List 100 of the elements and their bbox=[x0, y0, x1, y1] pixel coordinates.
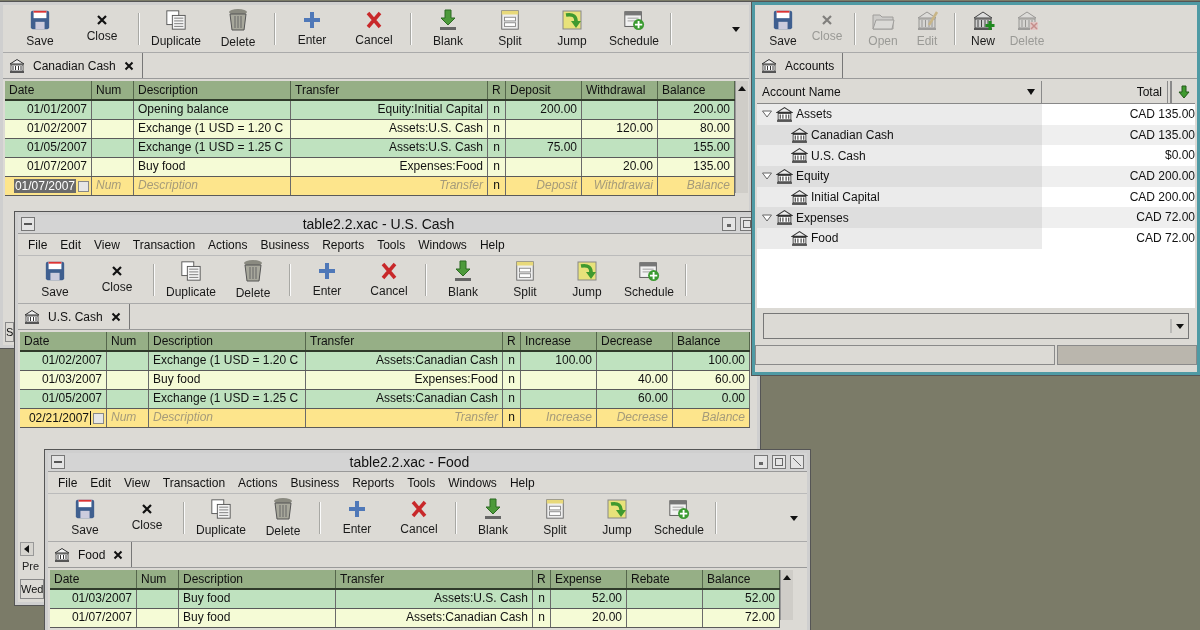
toolbar-button[interactable]: Delete bbox=[222, 257, 284, 302]
menu-item[interactable]: View bbox=[94, 237, 120, 252]
column-header[interactable]: Expense bbox=[551, 570, 627, 588]
menu-item[interactable]: Transaction bbox=[132, 237, 196, 252]
toolbar-button[interactable]: Schedule bbox=[618, 257, 680, 302]
date-picker-icon[interactable] bbox=[78, 180, 89, 192]
menu-item[interactable]: Transaction bbox=[162, 475, 226, 490]
toolbar-button[interactable]: Blank bbox=[417, 6, 479, 51]
toolbar-button[interactable]: Schedule bbox=[648, 495, 710, 540]
toolbar-button[interactable]: Enter bbox=[326, 495, 388, 540]
toolbar-button[interactable]: Cancel bbox=[388, 495, 450, 540]
tree-row[interactable]: Assets bbox=[757, 104, 1042, 125]
tree-row[interactable]: Canadian Cash bbox=[757, 124, 1042, 146]
date-field[interactable]: 01/07/2007 bbox=[13, 179, 76, 193]
menu-item[interactable]: Windows bbox=[418, 237, 467, 252]
table-row[interactable]: 01/03/2007 Buy food Expenses:Food n 40.00 60.00 bbox=[20, 371, 750, 390]
toolbar-button[interactable]: Jump bbox=[556, 257, 618, 302]
column-header[interactable]: Deposit bbox=[506, 81, 582, 99]
up-arrow-icon[interactable] bbox=[737, 84, 747, 94]
menu-item[interactable]: File bbox=[28, 237, 48, 252]
close-icon[interactable] bbox=[113, 549, 124, 560]
column-header[interactable]: Date bbox=[5, 81, 92, 99]
toolbar-button[interactable]: Enter bbox=[281, 6, 343, 51]
table-row[interactable]: 01/07/2007 Buy food Assets:Canadian Cash n 20.00 72.00 bbox=[50, 609, 780, 628]
entry-row[interactable]: 01/07/2007 Num Description Transfer n Deposit Withdrawai Balance bbox=[5, 177, 735, 196]
toolbar-button[interactable]: Split bbox=[479, 6, 541, 51]
toolbar-button[interactable]: Save bbox=[761, 6, 805, 51]
toolbar-button[interactable]: Save bbox=[24, 257, 86, 302]
up-arrow-icon[interactable] bbox=[782, 573, 792, 583]
window-menu-icon[interactable] bbox=[21, 217, 35, 231]
column-header[interactable]: Description bbox=[179, 570, 336, 588]
column-header[interactable]: R bbox=[533, 570, 551, 588]
minimize-icon[interactable] bbox=[722, 217, 736, 231]
toolbar-button[interactable]: New bbox=[961, 6, 1005, 51]
toolbar-button[interactable]: Duplicate bbox=[160, 257, 222, 302]
toolbar-button[interactable]: Jump bbox=[586, 495, 648, 540]
table-row[interactable]: 01/01/2007 Opening balance Equity:Initial Capital n 200.00 200.00 bbox=[5, 101, 735, 120]
menu-item[interactable]: File bbox=[58, 475, 78, 490]
column-header[interactable]: Withdrawal bbox=[582, 81, 658, 99]
tree-row[interactable]: Equity bbox=[757, 166, 1042, 187]
column-header[interactable]: Num bbox=[92, 81, 134, 99]
table-row[interactable]: 01/05/2007 Exchange (1 USD = 1.25 C Assets:Canadian Cash n 60.00 0.00 bbox=[20, 390, 750, 409]
toolbar-button[interactable]: Delete bbox=[252, 495, 314, 540]
toolbar-button[interactable]: Cancel bbox=[343, 6, 405, 51]
table-row[interactable]: 01/07/2007 Buy food Expenses:Food n 20.00 135.00 bbox=[5, 158, 735, 177]
maximize-icon[interactable] bbox=[772, 455, 786, 469]
column-header[interactable]: Date bbox=[20, 332, 107, 350]
tree-row[interactable]: Food bbox=[757, 228, 1042, 249]
close-icon[interactable] bbox=[123, 60, 134, 71]
minimize-icon[interactable] bbox=[754, 455, 768, 469]
toolbar-button[interactable]: Split bbox=[524, 495, 586, 540]
tree-row[interactable]: Initial Capital bbox=[757, 186, 1042, 208]
date-field[interactable]: 02/21/2007 bbox=[27, 411, 91, 425]
column-header[interactable]: Transfer bbox=[336, 570, 533, 588]
window-menu-icon[interactable] bbox=[51, 455, 65, 469]
scroll-bar[interactable] bbox=[735, 81, 748, 193]
toolbar-button[interactable]: Close bbox=[71, 6, 133, 51]
menu-item[interactable]: Windows bbox=[448, 475, 497, 490]
toolbar-button[interactable]: Save bbox=[54, 495, 116, 540]
column-header[interactable]: Num bbox=[137, 570, 179, 588]
column-header[interactable]: R bbox=[488, 81, 506, 99]
column-header[interactable]: Increase bbox=[521, 332, 597, 350]
date-picker-icon[interactable] bbox=[93, 412, 104, 424]
tree-row[interactable]: Expenses bbox=[757, 207, 1042, 229]
entry-row[interactable]: 02/21/2007 Num Description Transfer n Increase Decrease Balance bbox=[20, 409, 750, 428]
toolbar-button[interactable]: Duplicate bbox=[190, 495, 252, 540]
toolbar-button[interactable]: Blank bbox=[432, 257, 494, 302]
toolbar-button[interactable]: Duplicate bbox=[145, 6, 207, 51]
toolbar-button[interactable]: Enter bbox=[296, 257, 358, 302]
column-header[interactable]: Rebate bbox=[627, 570, 703, 588]
column-header[interactable]: Description bbox=[134, 81, 291, 99]
close-icon[interactable] bbox=[110, 311, 121, 322]
menu-item[interactable]: Reports bbox=[352, 475, 395, 490]
menu-item[interactable]: Edit bbox=[60, 237, 82, 252]
menu-item[interactable]: Help bbox=[479, 237, 505, 252]
column-header[interactable]: Description bbox=[149, 332, 306, 350]
column-header[interactable]: R bbox=[503, 332, 521, 350]
column-header[interactable]: Date bbox=[50, 570, 137, 588]
menu-item[interactable]: Tools bbox=[407, 475, 436, 490]
tree-row[interactable]: U.S. Cash bbox=[757, 145, 1042, 167]
toolbar-button[interactable]: Split bbox=[494, 257, 556, 302]
toolbar-button[interactable]: Close bbox=[86, 257, 148, 302]
menu-item[interactable]: Tools bbox=[377, 237, 406, 252]
toolbar-button[interactable]: Schedule bbox=[603, 6, 665, 51]
combo-box[interactable] bbox=[763, 313, 1189, 339]
menu-item[interactable]: Business bbox=[290, 475, 340, 490]
table-row[interactable]: 01/02/2007 Exchange (1 USD = 1.20 C Assets:Canadian Cash n 100.00 100.00 bbox=[20, 352, 750, 371]
toolbar-button[interactable]: Delete bbox=[207, 6, 269, 51]
table-row[interactable]: 01/02/2007 Exchange (1 USD = 1.20 C Assets:U.S. Cash n 120.00 80.00 bbox=[5, 120, 735, 139]
menu-item[interactable]: Business bbox=[260, 237, 310, 252]
table-row[interactable]: 01/03/2007 Buy food Assets:U.S. Cash n 52.00 52.00 bbox=[50, 590, 780, 609]
toolbar-button[interactable]: Blank bbox=[462, 495, 524, 540]
toolbar-button[interactable]: Save bbox=[9, 6, 71, 51]
toolbar-button[interactable]: Close bbox=[116, 495, 178, 540]
menu-item[interactable]: Reports bbox=[322, 237, 365, 252]
menu-item[interactable]: Edit bbox=[90, 475, 112, 490]
scroll-arrow-button[interactable] bbox=[20, 542, 34, 556]
column-header[interactable]: Account Name bbox=[757, 81, 1042, 103]
menu-item[interactable]: Help bbox=[509, 475, 535, 490]
table-row[interactable]: 01/05/2007 Exchange (1 USD = 1.25 C Assets:U.S. Cash n 75.00 155.00 bbox=[5, 139, 735, 158]
